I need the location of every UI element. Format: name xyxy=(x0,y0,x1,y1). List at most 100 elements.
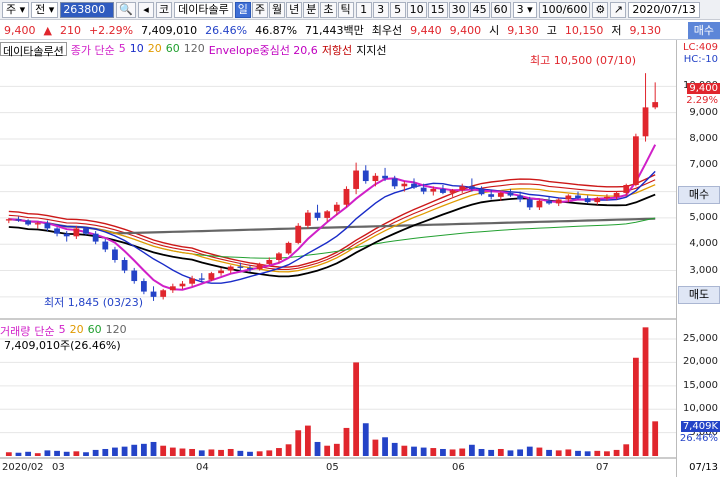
minute-button[interactable]: 15 xyxy=(427,1,448,18)
pct1: 26.46% xyxy=(205,23,248,37)
candle-body xyxy=(642,107,649,137)
buy-button[interactable]: 매수 xyxy=(678,186,720,204)
period-button[interactable]: 주 xyxy=(251,1,268,18)
candle-body xyxy=(411,183,417,188)
candle-body xyxy=(169,286,176,291)
chart-icon[interactable]: ↗ xyxy=(610,1,627,18)
sell-button[interactable]: 매도 xyxy=(678,286,720,304)
order-button[interactable]: 매수 xyxy=(687,21,720,39)
minute-buttons: 1 3 5 10 15 30 45 60 xyxy=(355,1,511,18)
x-axis-label: 05 xyxy=(326,462,339,473)
volume-bar xyxy=(604,451,610,456)
legend-ma120: 120 xyxy=(183,42,205,55)
low-label: 저 xyxy=(611,24,622,37)
candle-body xyxy=(179,283,186,287)
high-label: 고 xyxy=(546,24,557,37)
volume-bar xyxy=(34,453,41,456)
candle-body xyxy=(140,281,147,292)
volume-bar xyxy=(102,448,109,456)
volume-bar xyxy=(73,451,80,456)
volume-bar xyxy=(584,451,591,456)
price-chart: 최고 10,500 (07/10) 최저 1,845 (03/23) xyxy=(0,40,676,477)
current-pct-tag: 2.29% xyxy=(686,95,718,106)
minute-button[interactable]: 10 xyxy=(406,1,427,18)
volume-bar xyxy=(575,450,581,456)
volume-bar xyxy=(63,451,70,456)
minute-button[interactable]: 45 xyxy=(469,1,490,18)
period-button[interactable]: 틱 xyxy=(337,1,354,18)
candle-body xyxy=(353,170,360,189)
volume-bar xyxy=(613,449,620,456)
volume-bar xyxy=(160,445,167,456)
candle-body xyxy=(497,192,504,197)
candle-body xyxy=(632,136,639,185)
date-field[interactable]: 2020/07/13 xyxy=(628,1,700,18)
volume-bar xyxy=(131,444,138,456)
legend-stock[interactable]: 데이타솔루션 xyxy=(0,42,67,58)
minute-button[interactable]: 5 xyxy=(389,1,406,18)
period-button[interactable]: 년 xyxy=(286,1,303,18)
stock-code-input[interactable]: 263800 xyxy=(60,1,115,18)
volume-bar xyxy=(565,449,572,456)
candle-body xyxy=(343,188,350,205)
count-display[interactable]: 100/600 xyxy=(538,1,591,18)
minute-button[interactable]: 30 xyxy=(448,1,469,18)
amount: 71,443백만 xyxy=(305,24,364,37)
volume-bar xyxy=(150,441,157,456)
candle-body xyxy=(333,204,340,212)
market-select[interactable]: 전 ▾ xyxy=(31,1,59,18)
speaker-icon[interactable]: ◂ xyxy=(138,1,155,18)
candle-body xyxy=(440,188,446,193)
up-arrow-icon: ▲ xyxy=(43,23,52,37)
type-select[interactable]: 주 ▾ xyxy=(2,1,30,18)
volume-bar xyxy=(362,423,369,456)
candle-body xyxy=(218,270,224,274)
minute-select[interactable]: 3 ▾ xyxy=(512,1,537,18)
volume-bar xyxy=(401,445,408,456)
period-buttons: 일주월년분초틱 xyxy=(234,1,354,18)
period-button[interactable]: 월 xyxy=(269,1,286,18)
volume-bar xyxy=(642,327,649,456)
volume-bar xyxy=(5,452,12,456)
period-button[interactable]: 초 xyxy=(320,1,337,18)
volume-bar xyxy=(121,446,128,456)
candle-body xyxy=(314,212,321,218)
toolbar: 주 ▾ 전 ▾ 263800 🔍 ◂ 코 데이타솔루 일주월년분초틱 1 3 5 10… xyxy=(0,0,720,20)
candle-body xyxy=(131,270,138,282)
candle-body xyxy=(227,266,234,271)
period-button[interactable]: 일 xyxy=(234,1,251,18)
search-icon[interactable]: 🔍 xyxy=(116,1,137,18)
price-tick: 9,000 xyxy=(689,106,718,118)
candle-body xyxy=(362,170,369,182)
candle-body xyxy=(112,249,118,260)
legend-ma10: 10 xyxy=(129,42,144,55)
minute-button[interactable]: 1 xyxy=(355,1,372,18)
period-button[interactable]: 분 xyxy=(303,1,320,18)
change: 210 xyxy=(59,23,81,37)
candle-body xyxy=(565,195,572,200)
minute-button[interactable]: 60 xyxy=(490,1,511,18)
market-select-value: 전 xyxy=(35,2,46,16)
candle-body xyxy=(44,223,51,229)
settings-icon[interactable]: ⚙ xyxy=(592,1,609,18)
price-tick: 4,000 xyxy=(689,238,718,250)
volume-bar xyxy=(411,446,417,456)
candle-body xyxy=(468,186,475,189)
candle-body xyxy=(304,212,311,226)
candle-body xyxy=(73,228,80,237)
volume-bar xyxy=(198,450,205,456)
volume-bar xyxy=(324,445,331,456)
price-tick: 8,000 xyxy=(689,132,718,144)
high: 10,150 xyxy=(564,23,604,37)
volume-bar xyxy=(430,448,437,456)
candle-body xyxy=(83,228,89,234)
legend-ma60: 60 xyxy=(165,42,180,55)
candle-body xyxy=(324,211,331,218)
legend-ma5: 5 xyxy=(118,42,126,55)
hc-label: HC:-10 xyxy=(683,54,718,65)
candle-body xyxy=(401,183,408,187)
volume-bar xyxy=(507,450,514,456)
volume-bar xyxy=(459,448,466,456)
minute-button[interactable]: 3 xyxy=(372,1,389,18)
volume-bar xyxy=(478,448,485,456)
